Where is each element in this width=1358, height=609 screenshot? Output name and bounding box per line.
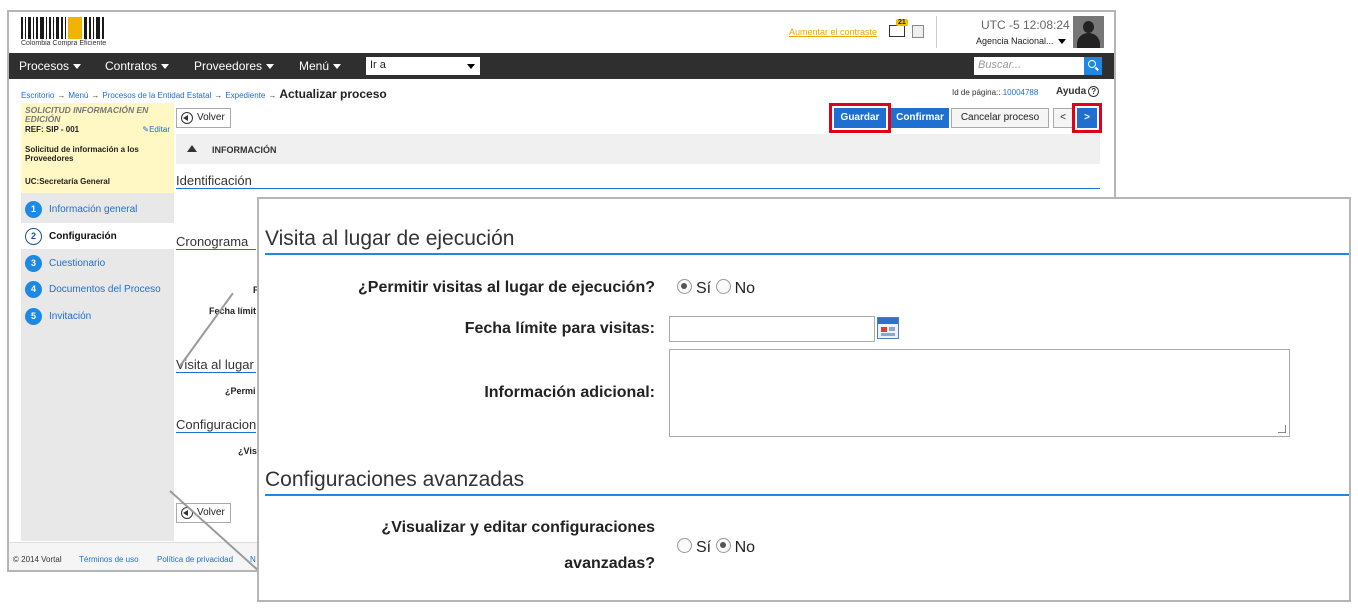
advanced-label-line1: ¿Visualizar y editar configuraciones (381, 519, 655, 536)
advanced-yes[interactable]: Sí (677, 538, 711, 556)
chevron-down-icon (333, 64, 342, 70)
calendar-icon[interactable] (877, 317, 899, 339)
step-informacion-general[interactable]: 1 Información general (21, 196, 174, 222)
radio-empty-icon (677, 538, 692, 553)
edit-link[interactable]: ✎Editar (142, 125, 170, 134)
schedule-heading: Cronograma (176, 234, 256, 250)
radio-selected-icon (715, 538, 731, 553)
privacy-link[interactable]: Política de privacidad (157, 555, 233, 564)
nav-menu[interactable]: Menú (299, 59, 342, 73)
nav-contratos[interactable]: Contratos (105, 59, 170, 73)
document-icon[interactable] (912, 25, 924, 38)
prev-button[interactable]: < (1053, 108, 1073, 128)
sidebar: SOLICITUD INFORMACIÓN EN EDICIÓN REF: SI… (21, 103, 174, 541)
page-title: Actualizar proceso (279, 87, 387, 101)
identification-heading: Identificación (176, 173, 1100, 189)
main-nav: Procesos Contratos Proveedores Menú Ir a… (9, 53, 1114, 79)
deadline-input[interactable] (669, 316, 875, 342)
chevron-down-icon (73, 64, 82, 70)
request-status: SOLICITUD INFORMACIÓN EN EDICIÓN (25, 105, 149, 124)
additional-info-textarea[interactable] (669, 349, 1290, 437)
logo-barcode-icon (21, 17, 117, 39)
page-id: Id de página:: 10004788 (952, 88, 1039, 97)
nav-procesos[interactable]: Procesos (19, 59, 82, 73)
config-heading-partial: Configuracion (176, 417, 257, 433)
advanced-radios: Sí No (677, 538, 755, 557)
agency-name: Agencia Nacional... (976, 36, 1054, 46)
advanced-no[interactable]: No (715, 538, 755, 556)
info-section-toggle[interactable]: INFORMACIÓN (176, 134, 1100, 164)
resize-handle-icon[interactable] (1278, 425, 1286, 433)
back-arrow-icon (181, 112, 193, 124)
nav-proveedores[interactable]: Proveedores (194, 59, 275, 73)
request-uc: UC:Secretaría General (25, 177, 110, 186)
next-highlight (1072, 103, 1102, 133)
radio-selected-icon (677, 279, 692, 294)
search-input[interactable]: Buscar... (974, 57, 1084, 75)
help-link[interactable]: Ayuda? (1056, 86, 1100, 97)
header-divider (936, 16, 937, 48)
collapse-icon (187, 145, 197, 152)
step-configuracion[interactable]: 2 Configuración (21, 223, 174, 249)
zoom-panel: Visita al lugar de ejecución ¿Permitir v… (257, 197, 1351, 602)
step-documentos[interactable]: 4 Documentos del Proceso (21, 276, 174, 302)
goto-select[interactable]: Ir a (366, 57, 480, 75)
breadcrumb-escritorio[interactable]: Escritorio (21, 91, 54, 100)
visit-heading: Visita al lugar de ejecución (265, 227, 1349, 255)
logo-text: Colombia Compra Eficiente (21, 40, 107, 47)
radio-empty-icon (715, 279, 731, 294)
help-icon: ? (1088, 86, 1100, 97)
page-id-value[interactable]: 10004788 (1003, 88, 1039, 97)
chevron-down-icon (1057, 39, 1066, 45)
visit-heading-partial: Visita al lugar (176, 357, 256, 373)
header: Colombia Compra Eficiente Aumentar el co… (9, 12, 1114, 53)
mail-icon[interactable] (889, 25, 905, 37)
additional-info-label: Información adicional: (484, 384, 655, 401)
clock: UTC -5 12:08:24 (981, 18, 1070, 32)
breadcrumb: Escritorio → Menú → Procesos de la Entidad E… (21, 87, 387, 101)
allow-visits-no[interactable]: No (715, 279, 755, 297)
mail-badge: 21 (896, 19, 908, 26)
cancel-process-button[interactable]: Cancelar proceso (951, 108, 1049, 128)
chevron-down-icon (266, 64, 275, 70)
chevron-down-icon (467, 64, 475, 69)
confirm-button[interactable]: Confirmar (891, 108, 949, 128)
allow-visits-label: ¿Permitir visitas al lugar de ejecución? (358, 279, 655, 296)
logo[interactable]: Colombia Compra Eficiente (21, 17, 125, 47)
request-summary: SOLICITUD INFORMACIÓN EN EDICIÓN REF: SI… (21, 103, 174, 193)
step-invitacion[interactable]: 5 Invitación (21, 303, 174, 329)
breadcrumb-procesos[interactable]: Procesos de la Entidad Estatal (102, 91, 211, 100)
advanced-label-line2: avanzadas? (564, 555, 655, 572)
allow-visits-yes[interactable]: Sí (677, 279, 711, 297)
breadcrumb-expediente[interactable]: Expediente (225, 91, 265, 100)
copyright: © 2014 Vortal (13, 555, 62, 564)
config-question-partial: ¿Vis (238, 446, 257, 456)
search-button[interactable] (1084, 57, 1102, 75)
save-highlight (829, 103, 891, 133)
deadline-label: Fecha límite para visitas: (464, 320, 655, 337)
breadcrumb-menu[interactable]: Menú (68, 91, 88, 100)
step-cuestionario[interactable]: 3 Cuestionario (21, 250, 174, 276)
visit-question-partial: ¿Permi (225, 386, 256, 396)
agency-selector[interactable]: Agencia Nacional... (976, 36, 1066, 46)
avatar[interactable] (1073, 16, 1104, 48)
back-button[interactable]: Volver (176, 108, 231, 128)
contrast-link[interactable]: Aumentar el contraste (789, 27, 877, 37)
allow-visits-radios: Sí No (677, 279, 755, 298)
advanced-heading: Configuraciones avanzadas (265, 468, 1349, 496)
chevron-down-icon (161, 64, 170, 70)
request-name: Solicitud de información a los Proveedor… (25, 145, 139, 163)
terms-link[interactable]: Términos de uso (79, 555, 139, 564)
